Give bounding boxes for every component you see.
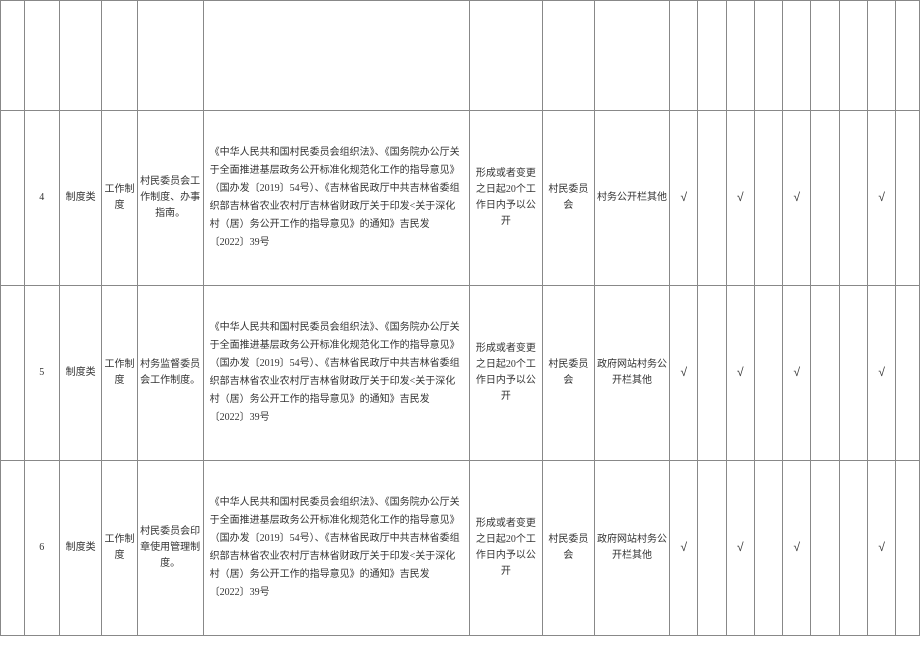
cell-subcategory: 工作制度: [102, 461, 137, 636]
cell-title: 村务监督委员会工作制度。: [137, 286, 203, 461]
cell-check: √: [726, 286, 754, 461]
table-row: 5 制度类 工作制度 村务监督委员会工作制度。 《中华人民共和国村民委员会组织法…: [1, 286, 920, 461]
cell-subject: 村民委员会: [542, 111, 594, 286]
cell-channel: 村务公开栏其他: [594, 111, 669, 286]
cell-seq: 4: [24, 111, 59, 286]
cell-pad-left: [1, 111, 25, 286]
cell-pad-right: [896, 286, 920, 461]
cell-check: √: [783, 461, 811, 636]
cell-check: √: [783, 286, 811, 461]
cell-check: √: [726, 111, 754, 286]
cell-subcategory: 工作制度: [102, 286, 137, 461]
cell-pad-left: [1, 286, 25, 461]
cell-basis: 《中华人民共和国村民委员会组织法》、《国务院办公厅关于全面推进基层政务公开标准化…: [203, 461, 469, 636]
cell-time: 形成或者变更之日起20个工作日内予以公开: [469, 111, 542, 286]
cell-title: 村民委员会工作制度、办事指南。: [137, 111, 203, 286]
table-row-spacer: [1, 1, 920, 111]
cell-channel: 政府网站村务公开栏其他: [594, 461, 669, 636]
cell-check: √: [868, 461, 896, 636]
cell-check: [839, 286, 867, 461]
cell-pad-right: [896, 111, 920, 286]
cell-time: 形成或者变更之日起20个工作日内予以公开: [469, 286, 542, 461]
cell-pad-right: [896, 461, 920, 636]
cell-subject: 村民委员会: [542, 461, 594, 636]
cell-category: 制度类: [59, 286, 101, 461]
cell-title: 村民委员会印章使用管理制度。: [137, 461, 203, 636]
cell-seq: 6: [24, 461, 59, 636]
cell-check: [811, 286, 839, 461]
cell-basis: 《中华人民共和国村民委员会组织法》、《国务院办公厅关于全面推进基层政务公开标准化…: [203, 111, 469, 286]
table-row: 6 制度类 工作制度 村民委员会印章使用管理制度。 《中华人民共和国村民委员会组…: [1, 461, 920, 636]
cell-check: [754, 111, 782, 286]
cell-seq: 5: [24, 286, 59, 461]
cell-check: [698, 461, 726, 636]
cell-check: [839, 461, 867, 636]
cell-channel: 政府网站村务公开栏其他: [594, 286, 669, 461]
document-table: 4 制度类 工作制度 村民委员会工作制度、办事指南。 《中华人民共和国村民委员会…: [0, 0, 920, 636]
cell-category: 制度类: [59, 461, 101, 636]
cell-category: 制度类: [59, 111, 101, 286]
cell-check: [839, 111, 867, 286]
cell-check: [698, 111, 726, 286]
cell-subcategory: 工作制度: [102, 111, 137, 286]
cell-check: √: [726, 461, 754, 636]
cell-check: √: [670, 286, 698, 461]
cell-time: 形成或者变更之日起20个工作日内予以公开: [469, 461, 542, 636]
cell-check: [811, 461, 839, 636]
cell-subject: 村民委员会: [542, 286, 594, 461]
cell-check: √: [670, 111, 698, 286]
cell-check: √: [783, 111, 811, 286]
cell-pad-left: [1, 461, 25, 636]
table-row: 4 制度类 工作制度 村民委员会工作制度、办事指南。 《中华人民共和国村民委员会…: [1, 111, 920, 286]
cell-check: [754, 461, 782, 636]
cell-check: √: [868, 286, 896, 461]
cell-check: √: [868, 111, 896, 286]
cell-check: [811, 111, 839, 286]
cell-check: √: [670, 461, 698, 636]
cell-basis: 《中华人民共和国村民委员会组织法》、《国务院办公厅关于全面推进基层政务公开标准化…: [203, 286, 469, 461]
cell-check: [754, 286, 782, 461]
cell-check: [698, 286, 726, 461]
